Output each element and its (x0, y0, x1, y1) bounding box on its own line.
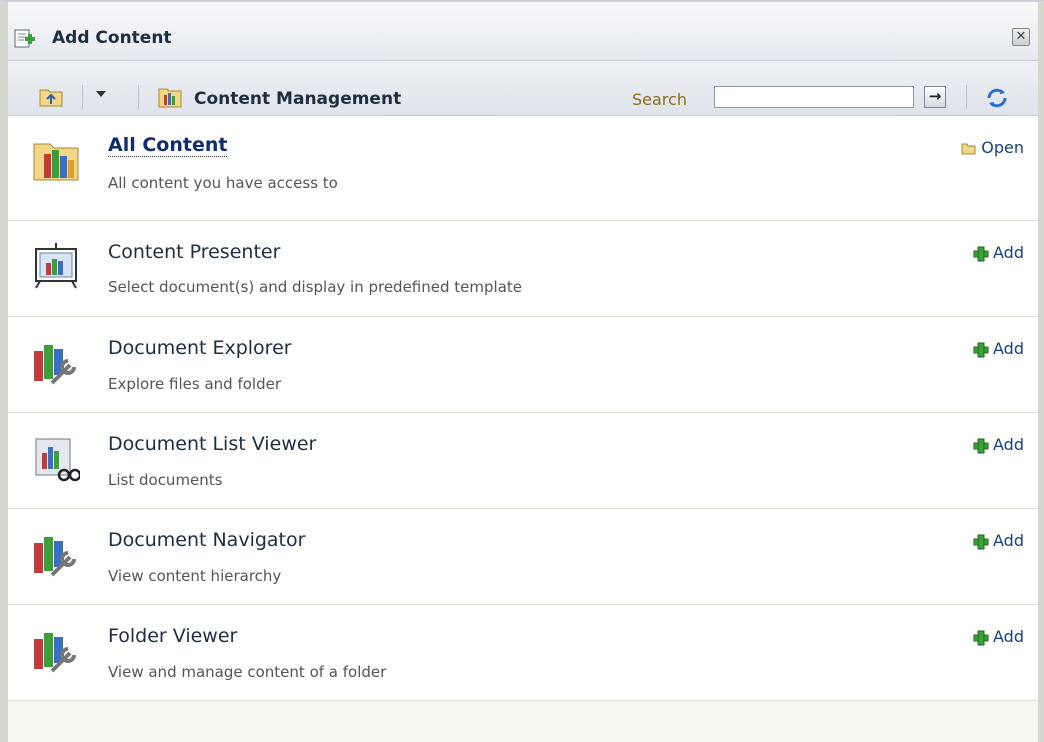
item-title[interactable]: Document List Viewer (108, 433, 316, 455)
add-icon (973, 246, 989, 261)
add-content-dialog: Add Content ✕ Content Management Search … (0, 0, 1044, 742)
add-icon (973, 630, 989, 645)
add-icon (973, 438, 989, 453)
list-item[interactable]: Content Presenter Select document(s) and… (8, 221, 1038, 317)
item-description: View and manage content of a folder (108, 663, 387, 681)
open-folder-icon (961, 143, 976, 154)
item-description: All content you have access to (108, 174, 338, 192)
open-button[interactable]: Open (961, 138, 1024, 157)
list-item[interactable]: Document Navigator View content hierarch… (8, 509, 1038, 605)
item-title[interactable]: All Content (108, 134, 228, 157)
dialog-title-bar: Add Content ✕ (8, 2, 1038, 61)
refresh-icon[interactable] (984, 85, 1010, 111)
add-button[interactable]: Add (973, 627, 1024, 646)
search-go-button[interactable]: → (924, 86, 946, 108)
books-wrench-icon (34, 345, 76, 385)
list-item[interactable]: Folder Viewer View and manage content of… (8, 605, 1038, 701)
search-label: Search (632, 90, 687, 109)
list-item[interactable]: Document List Viewer List documents Add (8, 413, 1038, 509)
item-title[interactable]: Document Navigator (108, 529, 305, 551)
action-label: Add (993, 435, 1024, 454)
add-button[interactable]: Add (973, 243, 1024, 262)
toolbar-separator (138, 85, 139, 109)
search-input[interactable] (714, 86, 914, 108)
add-button[interactable]: Add (973, 339, 1024, 358)
list-item[interactable]: Document Explorer Explore files and fold… (8, 317, 1038, 413)
action-label: Open (981, 138, 1024, 157)
folder-up-icon[interactable] (38, 85, 64, 109)
item-description: Select document(s) and display in predef… (108, 278, 522, 296)
item-title[interactable]: Document Explorer (108, 337, 292, 359)
chart-glasses-icon (35, 438, 80, 482)
toolbar: Content Management Search → (8, 61, 1038, 116)
toolbar-separator (82, 85, 83, 109)
library-folder-icon (33, 143, 79, 181)
item-title[interactable]: Folder Viewer (108, 625, 237, 647)
action-label: Add (993, 531, 1024, 550)
toolbar-separator (966, 85, 967, 109)
item-title[interactable]: Content Presenter (108, 241, 280, 263)
presentation-board-icon (35, 243, 77, 289)
list-item[interactable]: All Content All content you have access … (8, 116, 1038, 221)
chevron-down-icon[interactable] (96, 91, 106, 97)
item-description: Explore files and folder (108, 375, 282, 393)
content-library-icon (158, 88, 182, 108)
item-description: View content hierarchy (108, 567, 282, 585)
close-button[interactable]: ✕ (1012, 28, 1030, 46)
action-label: Add (993, 243, 1024, 262)
books-wrench-icon (34, 633, 76, 673)
add-button[interactable]: Add (973, 435, 1024, 454)
dialog-title: Add Content (52, 28, 172, 48)
action-label: Add (993, 627, 1024, 646)
books-wrench-icon (34, 537, 76, 577)
breadcrumb[interactable]: Content Management (194, 89, 401, 109)
item-description: List documents (108, 471, 223, 489)
add-content-icon (14, 29, 35, 48)
action-label: Add (993, 339, 1024, 358)
add-icon (973, 534, 989, 549)
content-list: All Content All content you have access … (8, 116, 1038, 701)
add-button[interactable]: Add (973, 531, 1024, 550)
add-icon (973, 342, 989, 357)
